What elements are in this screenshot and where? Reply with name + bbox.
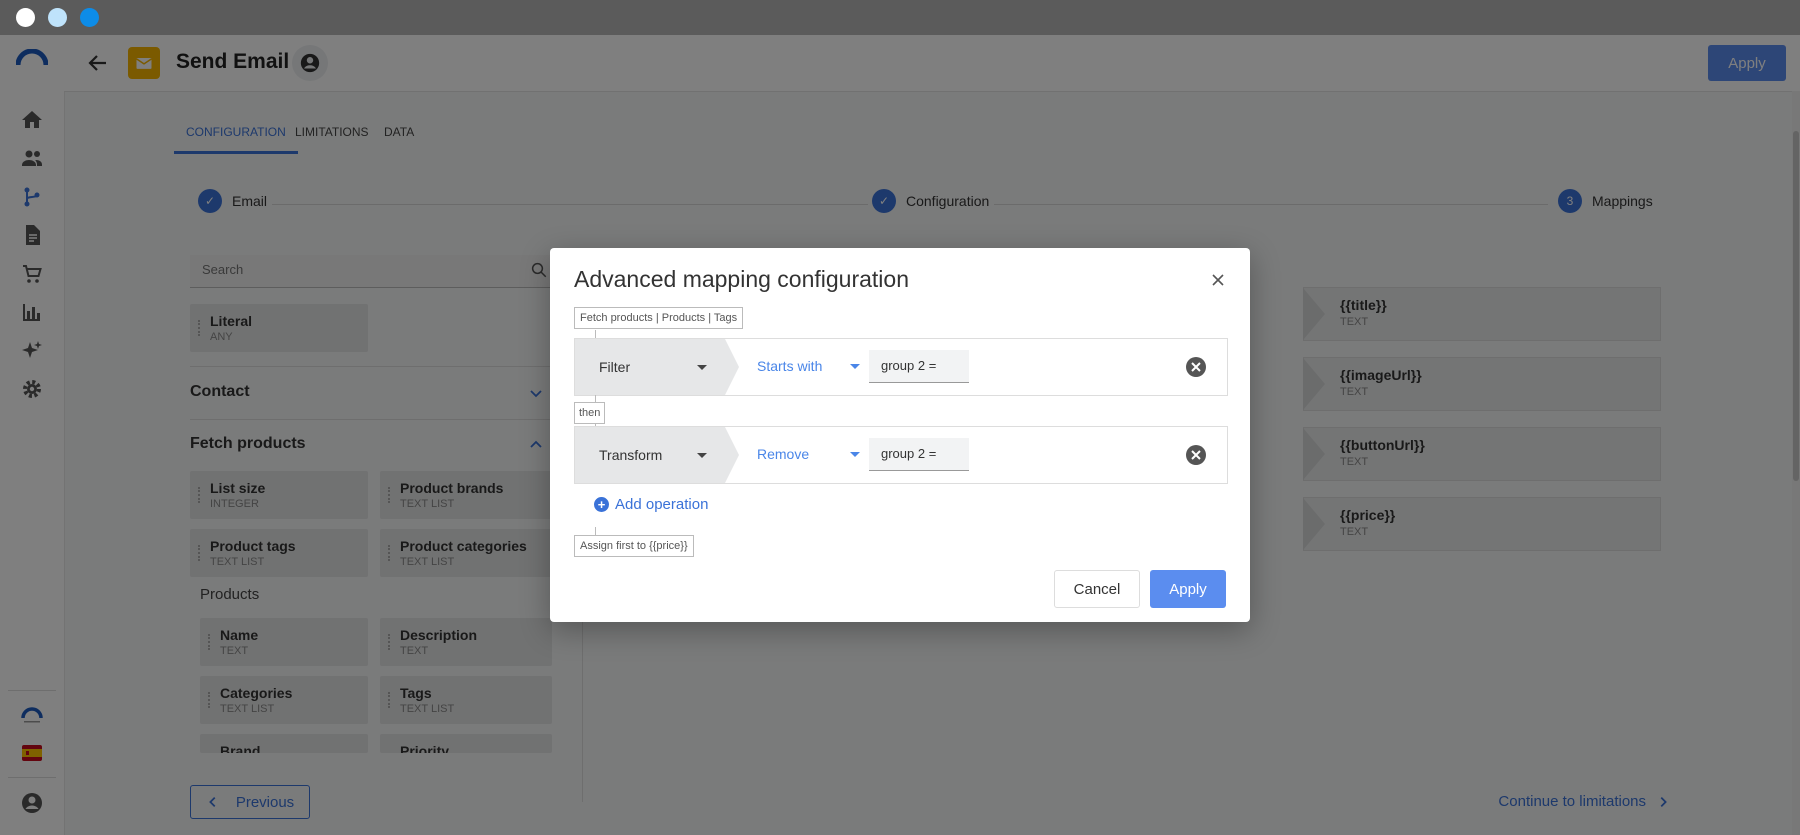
apply-button[interactable]: Apply [1150, 570, 1226, 608]
window-zoom-button[interactable] [80, 8, 99, 27]
assign-target-tag: Assign first to {{price}} [574, 535, 694, 557]
caret-down-icon [697, 365, 707, 370]
advanced-mapping-dialog: Advanced mapping configuration Fetch pro… [550, 248, 1250, 622]
operation-mode-select[interactable]: Remove [757, 446, 809, 462]
window-titlebar [0, 0, 1800, 35]
operation-value-text: group 2 = [881, 446, 937, 461]
operation-type-select[interactable]: Transform [575, 427, 739, 483]
operation-row-filter: Filter Starts with group 2 = [574, 338, 1228, 396]
cancel-button[interactable]: Cancel [1054, 570, 1140, 608]
operation-value-input[interactable]: group 2 = [869, 350, 969, 383]
dialog-title: Advanced mapping configuration [574, 266, 910, 292]
caret-down-icon [697, 453, 707, 458]
operation-type-select[interactable]: Filter [575, 339, 739, 395]
caret-down-icon[interactable] [850, 452, 860, 457]
operation-value-text: group 2 = [881, 358, 937, 373]
window-close-button[interactable] [16, 8, 35, 27]
add-operation-label: Add operation [615, 496, 709, 513]
window-minimize-button[interactable] [48, 8, 67, 27]
operation-value-input[interactable]: group 2 = [869, 438, 969, 471]
flow-connector [595, 527, 596, 535]
operation-type-label: Filter [599, 359, 631, 375]
flow-connector [595, 330, 596, 338]
remove-circle-icon[interactable] [1185, 356, 1207, 378]
caret-down-icon[interactable] [850, 364, 860, 369]
add-operation-button[interactable]: + Add operation [594, 496, 708, 513]
close-icon[interactable] [1210, 272, 1226, 288]
source-path-tag: Fetch products | Products | Tags [574, 307, 744, 329]
then-tag: then [574, 402, 606, 424]
remove-circle-icon[interactable] [1185, 444, 1207, 466]
operation-mode-select[interactable]: Starts with [757, 358, 822, 374]
plus-circle-icon: + [594, 497, 609, 512]
operation-type-label: Transform [599, 447, 663, 463]
operation-row-transform: Transform Remove group 2 = [574, 426, 1228, 484]
